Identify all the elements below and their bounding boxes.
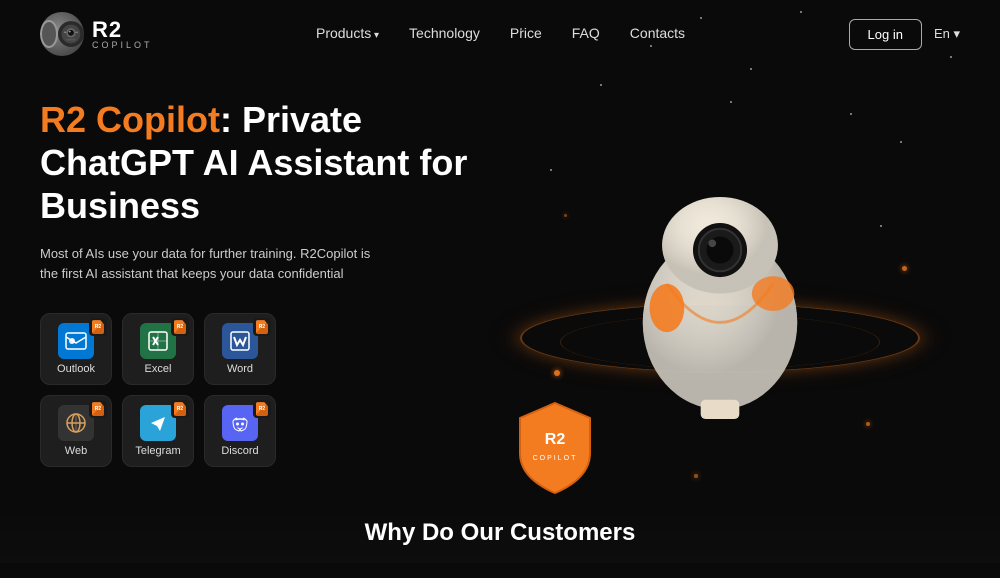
nav-item-products[interactable]: Products <box>316 25 379 43</box>
excel-badge: R2 <box>171 318 189 336</box>
app-item-word[interactable]: R2 Word <box>204 313 276 385</box>
telegram-badge: R2 <box>171 400 189 418</box>
app-integrations-grid: R2 Outlook R2 <box>40 313 520 467</box>
language-selector[interactable]: En ▾ <box>934 26 960 42</box>
app-item-excel[interactable]: R2 Excel <box>122 313 194 385</box>
app-item-outlook[interactable]: R2 Outlook <box>40 313 112 385</box>
logo-copilot: COPILOT <box>92 41 153 50</box>
nav-link-price[interactable]: Price <box>510 25 542 41</box>
logo-r2: R2 <box>92 19 153 41</box>
web-label: Web <box>65 445 87 457</box>
hero-title: R2 Copilot: Private ChatGPT AI Assistant… <box>40 98 520 228</box>
app-item-web[interactable]: R2 Web <box>40 395 112 467</box>
logo[interactable]: R2 COPILOT <box>40 12 153 56</box>
excel-label: Excel <box>145 363 172 375</box>
outlook-badge: R2 <box>89 318 107 336</box>
svg-text:R2: R2 <box>545 431 566 448</box>
nav-item-price[interactable]: Price <box>510 25 542 43</box>
app-item-telegram[interactable]: R2 Telegram <box>122 395 194 467</box>
logo-icon <box>40 12 84 56</box>
nav-link-contacts[interactable]: Contacts <box>630 25 685 41</box>
particle-3 <box>902 266 907 271</box>
web-badge: R2 <box>89 400 107 418</box>
telegram-label: Telegram <box>135 445 180 457</box>
nav-link-products[interactable]: Products <box>316 25 379 41</box>
nav-link-faq[interactable]: FAQ <box>572 25 600 41</box>
discord-badge: R2 <box>253 400 271 418</box>
hero-section: R2 Copilot: Private ChatGPT AI Assistant… <box>0 68 1000 561</box>
hero-left: R2 Copilot: Private ChatGPT AI Assistant… <box>40 88 520 561</box>
particle-2 <box>866 422 870 426</box>
shield-logo: R2 COPILOT <box>510 398 600 498</box>
particle-4 <box>564 214 567 217</box>
navigation: R2 COPILOT Products Technology Price FAQ… <box>0 0 1000 68</box>
svg-text:COPILOT: COPILOT <box>533 455 578 462</box>
app-item-discord[interactable]: R2 Discord <box>204 395 276 467</box>
nav-links: Products Technology Price FAQ Contacts <box>316 25 685 43</box>
login-button[interactable]: Log in <box>849 19 922 50</box>
word-label: Word <box>227 363 253 375</box>
hero-subtitle: Most of AIs use your data for further tr… <box>40 244 380 286</box>
robot-glow-container: R2 COPILOT <box>460 58 980 578</box>
nav-item-technology[interactable]: Technology <box>409 25 480 43</box>
logo-text-group: R2 COPILOT <box>92 19 153 50</box>
discord-label: Discord <box>221 445 258 457</box>
nav-link-technology[interactable]: Technology <box>409 25 480 41</box>
nav-right: Log in En ▾ <box>849 19 960 50</box>
particle-1 <box>554 370 560 376</box>
particle-5 <box>694 474 698 478</box>
word-badge: R2 <box>253 318 271 336</box>
outlook-label: Outlook <box>57 363 95 375</box>
hero-title-brand: R2 Copilot <box>40 99 220 140</box>
nav-item-faq[interactable]: FAQ <box>572 25 600 43</box>
robot-svg <box>590 168 850 448</box>
hero-robot-section: R2 COPILOT <box>520 88 960 561</box>
nav-item-contacts[interactable]: Contacts <box>630 25 685 43</box>
